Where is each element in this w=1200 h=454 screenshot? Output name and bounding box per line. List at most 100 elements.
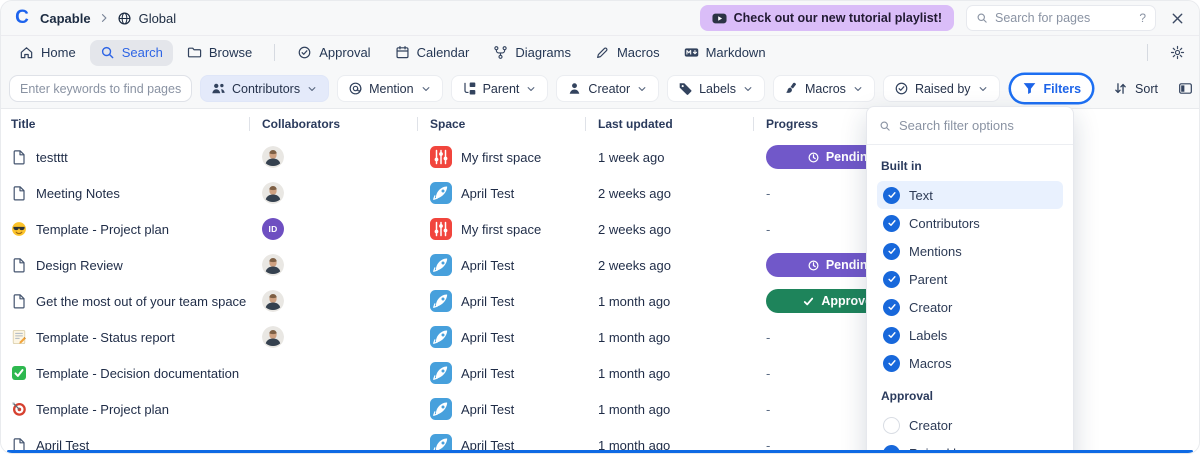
dropdown-option-contributors[interactable]: Contributors: [877, 209, 1063, 237]
page-search-box[interactable]: ?: [966, 5, 1156, 31]
dropdown-option-text[interactable]: Text: [877, 181, 1063, 209]
dropdown-option-macros[interactable]: Macros: [877, 349, 1063, 377]
space-cell[interactable]: April Test: [417, 254, 585, 276]
nav-item-home[interactable]: Home: [9, 40, 86, 66]
tutorial-playlist-button[interactable]: Check out our new tutorial playlist!: [700, 5, 954, 31]
last-updated-cell: 2 weeks ago: [585, 258, 753, 273]
space-cell[interactable]: My first space: [417, 218, 585, 240]
app-name[interactable]: Capable: [40, 11, 91, 26]
filter-chip-label: Creator: [588, 82, 630, 96]
emoji-sunglasses-icon: [11, 221, 27, 237]
space-rocket-icon: [430, 254, 452, 276]
title-cell[interactable]: Template - Status report: [1, 329, 249, 345]
title-cell[interactable]: Template - Project plan: [1, 221, 249, 237]
dropdown-search-input[interactable]: [899, 118, 1061, 133]
nav-item-calendar[interactable]: Calendar: [385, 40, 480, 66]
nav-item-approval[interactable]: Approval: [287, 40, 380, 66]
dropdown-search-box[interactable]: [867, 107, 1073, 145]
search-icon: [879, 120, 891, 132]
filter-chip-labels[interactable]: Labels: [667, 75, 765, 102]
nav-item-markdown[interactable]: Markdown: [674, 40, 776, 66]
filters-button[interactable]: Filters: [1011, 75, 1093, 102]
title-cell[interactable]: Template - Project plan: [1, 401, 249, 417]
calendar-icon: [395, 45, 410, 60]
avatar[interactable]: [262, 254, 284, 276]
avatar[interactable]: [262, 326, 284, 348]
dropdown-section-built-in: Built in: [877, 155, 1063, 181]
avatar[interactable]: [262, 290, 284, 312]
tutorial-playlist-label: Check out our new tutorial playlist!: [734, 11, 942, 25]
space-cell[interactable]: April Test: [417, 290, 585, 312]
checkbox-checked[interactable]: [883, 271, 900, 288]
chevron-down-icon: [977, 83, 989, 95]
dropdown-option-creator[interactable]: Creator: [877, 411, 1063, 439]
dropdown-option-creator[interactable]: Creator: [877, 293, 1063, 321]
checkbox-unchecked[interactable]: [883, 417, 900, 434]
columns-button[interactable]: Columns: [1176, 75, 1200, 102]
avatar[interactable]: [262, 182, 284, 204]
emoji-check-icon: [11, 365, 27, 381]
search-icon: [976, 12, 988, 24]
app-logo[interactable]: C: [11, 7, 33, 29]
space-cell[interactable]: April Test: [417, 398, 585, 420]
close-button[interactable]: [1168, 9, 1187, 28]
checkbox-checked[interactable]: [883, 299, 900, 316]
collaborators-cell: [249, 290, 417, 312]
space-cell[interactable]: April Test: [417, 326, 585, 348]
dropdown-option-mentions[interactable]: Mentions: [877, 237, 1063, 265]
space-rocket-icon: [430, 182, 452, 204]
checkbox-checked[interactable]: [883, 327, 900, 344]
play-icon: [712, 11, 727, 26]
columns-icon: [1178, 81, 1193, 96]
checkbox-checked[interactable]: [883, 355, 900, 372]
last-updated-text: 1 month ago: [598, 366, 670, 381]
keywords-input[interactable]: [9, 75, 192, 102]
folder-icon: [187, 45, 202, 60]
avatar[interactable]: [262, 146, 284, 168]
nav-item-diagrams[interactable]: Diagrams: [483, 40, 581, 66]
breadcrumb-context[interactable]: Global: [139, 11, 177, 26]
last-updated-text: 2 weeks ago: [598, 258, 671, 273]
title-cell[interactable]: testttt: [1, 149, 249, 165]
filter-chip-contributors[interactable]: Contributors: [200, 75, 329, 102]
dropdown-option-parent[interactable]: Parent: [877, 265, 1063, 293]
dropdown-option-labels[interactable]: Labels: [877, 321, 1063, 349]
filter-chip-parent[interactable]: Parent: [451, 75, 549, 102]
title-cell[interactable]: Get the most out of your team space: [1, 293, 249, 309]
space-cell[interactable]: My first space: [417, 146, 585, 168]
nav-item-macros[interactable]: Macros: [585, 40, 670, 66]
space-cell[interactable]: April Test: [417, 182, 585, 204]
page-icon: [11, 149, 27, 165]
filter-chip-mention[interactable]: Mention: [337, 75, 442, 102]
checkbox-checked[interactable]: [883, 187, 900, 204]
chevron-down-icon: [306, 83, 318, 95]
progress-empty: -: [766, 186, 770, 201]
nav-item-search[interactable]: Search: [90, 40, 173, 66]
nav-item-label: Calendar: [417, 45, 470, 60]
filter-bar: Contributors Mention Parent Creator Labels Ma…: [1, 69, 1199, 109]
page-search-input[interactable]: [995, 11, 1132, 25]
gear-icon: [1170, 45, 1185, 60]
title-cell[interactable]: Meeting Notes: [1, 185, 249, 201]
filter-chip-label: Labels: [699, 82, 736, 96]
title-cell[interactable]: Template - Decision documentation: [1, 365, 249, 381]
avatar-initials[interactable]: ID: [262, 218, 284, 240]
filter-chip-macros[interactable]: Macros: [773, 75, 875, 102]
title-cell[interactable]: Design Review: [1, 257, 249, 273]
space-name: April Test: [461, 330, 514, 345]
dropdown-section-approval: Approval: [877, 377, 1063, 411]
collaborators-cell: [249, 146, 417, 168]
settings-button[interactable]: [1168, 43, 1187, 62]
filter-chip-creator[interactable]: Creator: [556, 75, 659, 102]
search-icon: [100, 45, 115, 60]
filters-dropdown: Built inTextContributorsMentionsParentCr…: [866, 106, 1074, 454]
globe-icon: [117, 11, 132, 26]
checkbox-checked[interactable]: [883, 243, 900, 260]
checkbox-checked[interactable]: [883, 215, 900, 232]
filter-chip-raised-by[interactable]: Raised by: [883, 75, 1000, 102]
page-title: Template - Project plan: [36, 222, 169, 237]
nav-item-browse[interactable]: Browse: [177, 40, 262, 66]
space-rocket-icon: [430, 398, 452, 420]
sort-button[interactable]: Sort: [1111, 75, 1160, 102]
space-cell[interactable]: April Test: [417, 362, 585, 384]
